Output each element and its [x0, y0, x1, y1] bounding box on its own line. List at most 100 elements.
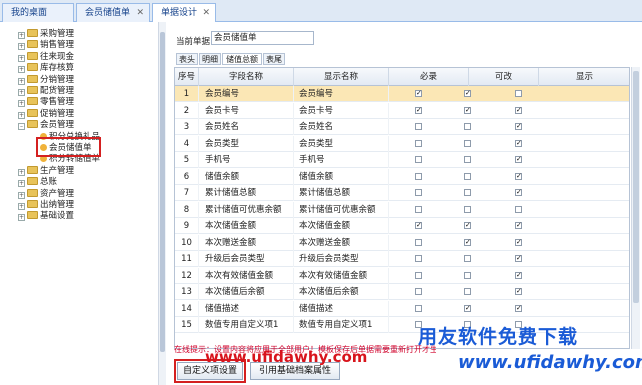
- current-doc-field[interactable]: 会员储值单: [211, 31, 314, 45]
- editable-checkbox[interactable]: ✓: [464, 90, 471, 97]
- tab-form-design[interactable]: 单据设计 ✕: [152, 3, 216, 23]
- editable-checkbox[interactable]: ✓: [464, 106, 471, 114]
- visible-checkbox[interactable]: ✓: [515, 156, 522, 163]
- table-row[interactable]: 2 会员卡号 会员卡号 ✓ ✓ ✓: [175, 102, 629, 119]
- required-checkbox[interactable]: [415, 288, 422, 295]
- required-checkbox[interactable]: [415, 304, 422, 312]
- required-checkbox[interactable]: ✓: [415, 90, 422, 97]
- expand-icon[interactable]: +: [18, 32, 25, 39]
- tree-scrollbar[interactable]: [158, 22, 166, 385]
- collapse-icon[interactable]: –: [18, 123, 25, 131]
- table-row[interactable]: 14 储值描述 储值描述 ✓ ✓: [175, 300, 629, 317]
- visible-checkbox[interactable]: [515, 205, 522, 213]
- editable-checkbox[interactable]: [464, 172, 471, 180]
- subtab-detail[interactable]: 明细: [199, 53, 221, 65]
- tree-item-14[interactable]: + 资产管理: [18, 188, 74, 200]
- close-icon[interactable]: ✕: [136, 4, 144, 22]
- column-header-display[interactable]: 显示名称: [294, 68, 389, 86]
- tree-item-4[interactable]: + 分销管理: [18, 74, 74, 86]
- column-header-no[interactable]: 序号: [175, 68, 199, 86]
- expand-icon[interactable]: +: [18, 191, 25, 199]
- subtab-footer[interactable]: 表尾: [263, 53, 285, 65]
- column-header-visible[interactable]: 显示: [539, 68, 629, 86]
- required-checkbox[interactable]: [415, 123, 422, 130]
- table-row[interactable]: 1 会员编号 会员编号 ✓ ✓: [175, 86, 629, 102]
- required-checkbox[interactable]: [415, 156, 422, 163]
- required-checkbox[interactable]: [415, 139, 422, 147]
- scrollbar-thumb[interactable]: [160, 32, 165, 352]
- visible-checkbox[interactable]: ✓: [515, 304, 522, 312]
- expand-icon[interactable]: +: [18, 43, 25, 51]
- table-row[interactable]: 9 本次储值金额 本次储值金额 ✓ ✓ ✓: [175, 218, 629, 234]
- expand-icon[interactable]: +: [18, 111, 25, 119]
- expand-icon[interactable]: +: [18, 77, 25, 85]
- visible-checkbox[interactable]: ✓: [515, 189, 522, 196]
- tree-item-6[interactable]: + 零售管理: [18, 96, 74, 108]
- table-row[interactable]: 8 累计储值可优惠余额 累计储值可优惠余额: [175, 201, 629, 218]
- visible-checkbox[interactable]: ✓: [515, 238, 522, 246]
- tree-item-1[interactable]: + 销售管理: [18, 39, 74, 51]
- editable-checkbox[interactable]: [464, 271, 471, 279]
- column-header-editable[interactable]: 可改: [469, 68, 539, 86]
- visible-checkbox[interactable]: [515, 90, 522, 97]
- required-checkbox[interactable]: [415, 189, 422, 196]
- grid-scrollbar[interactable]: [631, 67, 640, 349]
- visible-checkbox[interactable]: ✓: [515, 271, 522, 279]
- table-row[interactable]: 5 手机号 手机号 ✓: [175, 152, 629, 168]
- table-row[interactable]: 11 升级后会员类型 升级后会员类型 ✓: [175, 251, 629, 267]
- tree-item-3[interactable]: + 库存核算: [18, 62, 74, 74]
- column-header-field[interactable]: 字段名称: [199, 68, 294, 86]
- editable-checkbox[interactable]: ✓: [464, 238, 471, 246]
- expand-icon[interactable]: +: [18, 168, 25, 176]
- table-row[interactable]: 6 储值余额 储值余额 ✓: [175, 168, 629, 185]
- required-checkbox[interactable]: [415, 271, 422, 279]
- required-checkbox[interactable]: [415, 238, 422, 246]
- tree-item-0[interactable]: + 采购管理: [18, 28, 74, 40]
- tree-item-15[interactable]: + 出纳管理: [18, 199, 74, 211]
- tree-item-13[interactable]: + 总账: [18, 176, 57, 188]
- visible-checkbox[interactable]: ✓: [515, 106, 522, 114]
- tree-item-5[interactable]: + 配货管理: [18, 85, 74, 97]
- expand-icon[interactable]: +: [18, 89, 25, 96]
- expand-icon[interactable]: +: [18, 100, 25, 108]
- subtab-total[interactable]: 储值总额: [222, 53, 262, 65]
- visible-checkbox[interactable]: ✓: [515, 123, 522, 130]
- expand-icon[interactable]: +: [18, 66, 25, 74]
- tree-item-16[interactable]: + 基础设置: [18, 210, 74, 222]
- column-header-required[interactable]: 必录: [389, 68, 469, 86]
- editable-checkbox[interactable]: [464, 139, 471, 147]
- required-checkbox[interactable]: [415, 205, 422, 213]
- visible-checkbox[interactable]: ✓: [515, 172, 522, 180]
- subtab-header[interactable]: 表头: [176, 53, 198, 65]
- scrollbar-thumb[interactable]: [633, 71, 639, 303]
- required-checkbox[interactable]: [415, 255, 422, 262]
- expand-icon[interactable]: +: [18, 180, 25, 188]
- tab-member-stored-value[interactable]: 会员储值单 ✕: [76, 3, 150, 22]
- editable-checkbox[interactable]: [464, 205, 471, 213]
- tree-item-2[interactable]: + 往来现金: [18, 51, 74, 63]
- expand-icon[interactable]: +: [18, 203, 25, 210]
- tree-item-7[interactable]: + 促销管理: [18, 108, 74, 120]
- required-checkbox[interactable]: ✓: [415, 106, 422, 114]
- visible-checkbox[interactable]: ✓: [515, 139, 522, 147]
- editable-checkbox[interactable]: [464, 123, 471, 130]
- editable-checkbox[interactable]: [464, 156, 471, 163]
- table-row[interactable]: 12 本次有效储值金额 本次有效储值金额 ✓: [175, 267, 629, 284]
- editable-checkbox[interactable]: [464, 189, 471, 196]
- required-checkbox[interactable]: [415, 172, 422, 180]
- editable-checkbox[interactable]: ✓: [464, 222, 471, 229]
- tree-item-12[interactable]: + 生产管理: [18, 165, 74, 177]
- visible-checkbox[interactable]: ✓: [515, 255, 522, 262]
- expand-icon[interactable]: +: [18, 54, 25, 62]
- table-row[interactable]: 7 累计储值总额 累计储值总额 ✓: [175, 185, 629, 201]
- visible-checkbox[interactable]: ✓: [515, 288, 522, 295]
- visible-checkbox[interactable]: ✓: [515, 222, 522, 229]
- table-row[interactable]: 10 本次赠送金额 本次赠送金额 ✓ ✓: [175, 234, 629, 251]
- table-row[interactable]: 4 会员类型 会员类型 ✓: [175, 135, 629, 152]
- editable-checkbox[interactable]: [464, 288, 471, 295]
- table-row[interactable]: 3 会员姓名 会员姓名 ✓: [175, 119, 629, 135]
- required-checkbox[interactable]: ✓: [415, 222, 422, 229]
- close-icon[interactable]: ✕: [202, 4, 210, 22]
- table-row[interactable]: 13 本次储值后余额 本次储值后余额 ✓: [175, 284, 629, 300]
- editable-checkbox[interactable]: ✓: [464, 304, 471, 312]
